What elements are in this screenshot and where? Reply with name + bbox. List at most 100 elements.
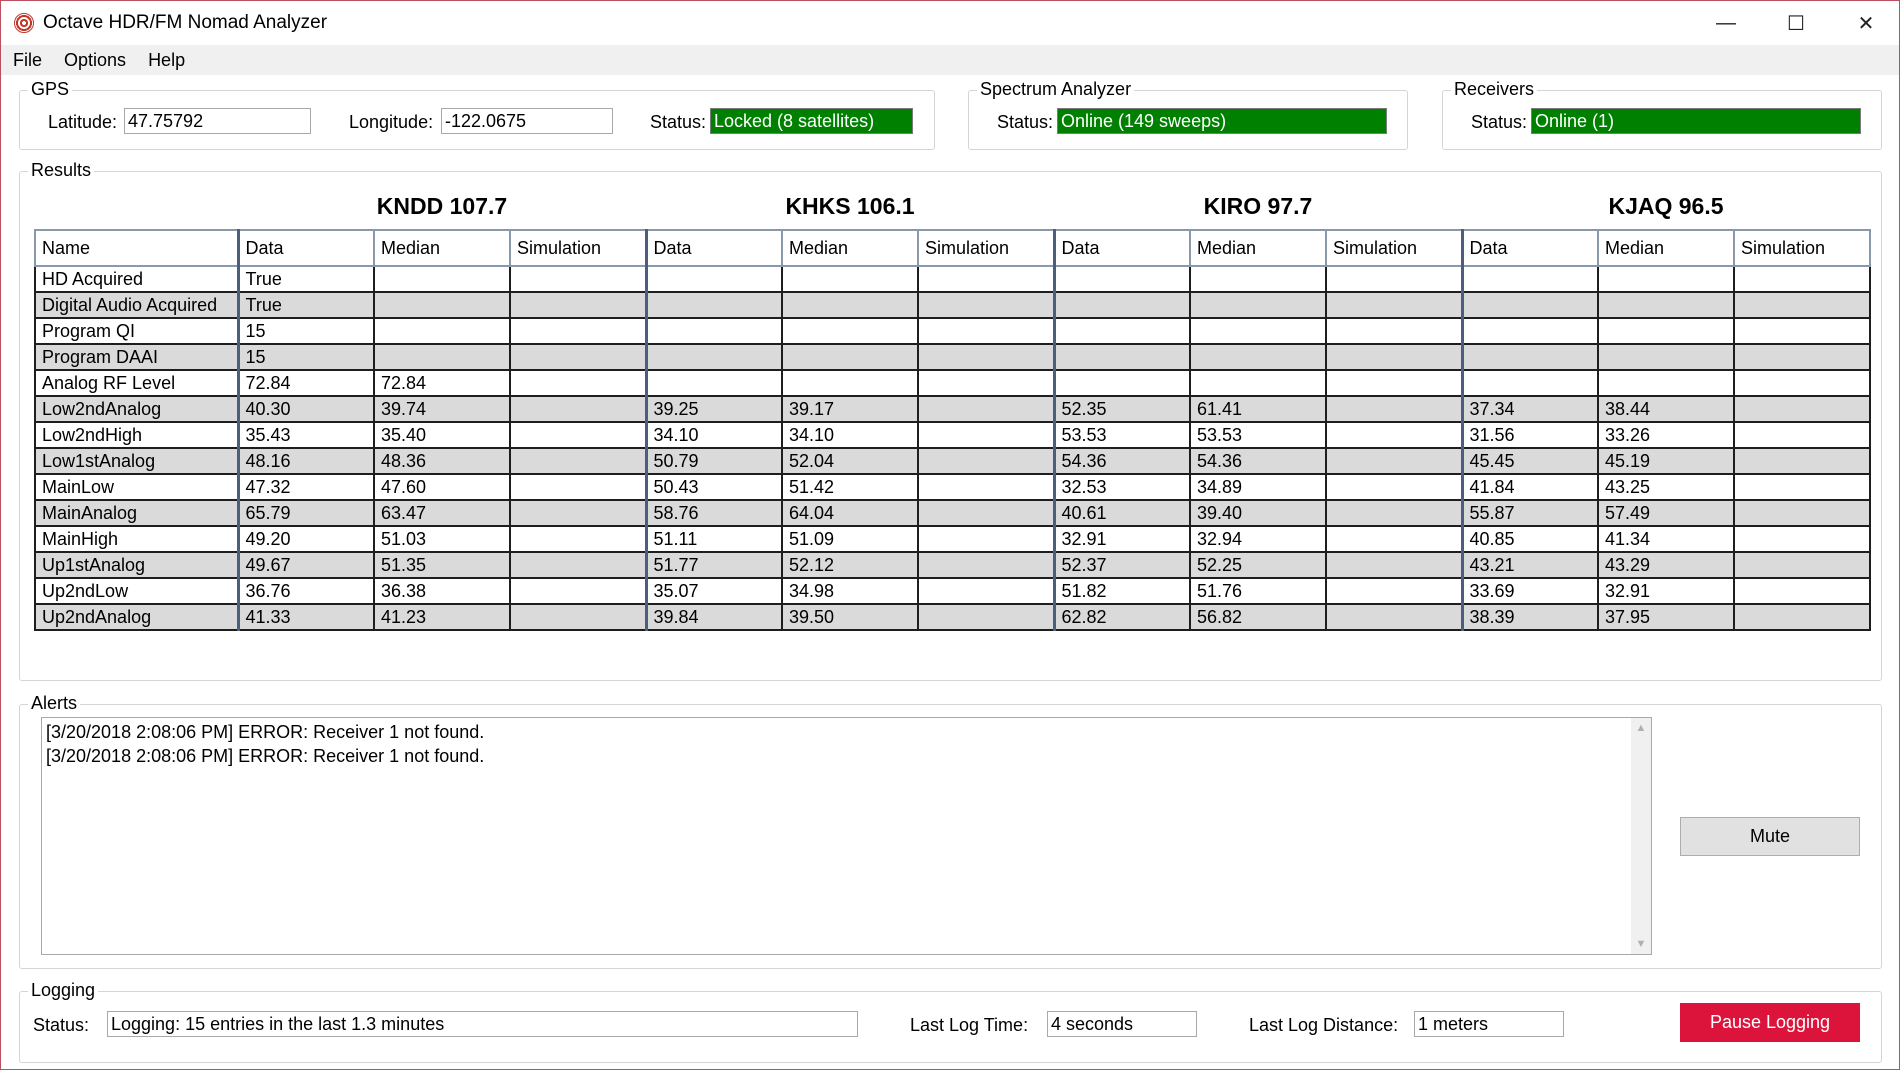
data-cell [1325,499,1463,527]
minimize-button[interactable]: — [1691,1,1761,45]
data-cell [509,499,647,527]
data-cell [1597,291,1735,319]
data-cell [1189,343,1327,371]
table-row[interactable]: Program DAAI 15 [34,343,1871,371]
table-row[interactable]: MainLow 47.32 47.60 50.43 51.42 32.53 34.89 41.… [34,473,1871,501]
longitude-field[interactable]: -122.0675 [441,108,613,134]
data-cell [781,317,919,345]
data-cell: 15 [236,343,375,371]
data-cell [1733,343,1871,371]
data-cell: 39.25 [644,395,783,423]
table-row[interactable]: Digital Audio Acquired True [34,291,1871,319]
alerts-scrollbar[interactable]: ▲ ▼ [1631,718,1651,954]
data-cell: 48.16 [236,447,375,475]
table-row[interactable]: Low2ndHigh 35.43 35.40 34.10 34.10 53.53 53.53… [34,421,1871,449]
row-name-cell: Program QI [34,317,239,345]
data-cell [1325,369,1463,397]
scroll-up-icon[interactable]: ▲ [1631,718,1651,738]
mute-button[interactable]: Mute [1680,817,1860,856]
data-cell [1733,525,1871,553]
data-cell: 51.03 [373,525,511,553]
column-header-data[interactable]: Data [1460,229,1599,267]
latitude-field[interactable]: 47.75792 [124,108,311,134]
column-header-data[interactable]: Data [236,229,375,267]
alert-line: [3/20/2018 2:08:06 PM] ERROR: Receiver 1… [46,746,485,766]
data-cell: 34.98 [781,577,919,605]
data-cell: 43.21 [1460,551,1599,579]
table-row[interactable]: Up1stAnalog 49.67 51.35 51.77 52.12 52.37 52.2… [34,551,1871,579]
data-cell [1189,369,1327,397]
data-cell: 38.44 [1597,395,1735,423]
results-header-row: Name Data Median Simulation Data Median … [34,229,1871,267]
menu-bar: File Options Help [1,45,1899,75]
table-row[interactable]: Analog RF Level 72.84 72.84 [34,369,1871,397]
data-cell [1460,265,1599,293]
data-cell [1325,421,1463,449]
scroll-down-icon[interactable]: ▼ [1631,934,1651,954]
data-cell [644,317,783,345]
data-cell: 35.43 [236,421,375,449]
menu-file[interactable]: File [1,50,52,71]
data-cell [1733,369,1871,397]
column-header-median[interactable]: Median [781,229,919,267]
column-header-simulation[interactable]: Simulation [1733,229,1871,267]
column-header-median[interactable]: Median [1189,229,1327,267]
column-header-median[interactable]: Median [373,229,511,267]
data-cell [509,291,647,319]
data-cell: 43.25 [1597,473,1735,501]
data-cell [1733,577,1871,605]
station-header-kiro: KIRO 97.7 [1203,193,1313,219]
data-cell [1733,473,1871,501]
data-cell [1189,317,1327,345]
data-cell: 33.26 [1597,421,1735,449]
data-cell: 38.39 [1460,603,1599,631]
data-cell: 50.79 [644,447,783,475]
data-cell: 37.34 [1460,395,1599,423]
data-cell [1325,291,1463,319]
column-header-simulation[interactable]: Simulation [1325,229,1463,267]
column-header-data[interactable]: Data [644,229,783,267]
alerts-list[interactable]: [3/20/2018 2:08:06 PM] ERROR: Receiver 1… [41,717,1652,955]
pause-logging-button[interactable]: Pause Logging [1680,1003,1860,1042]
data-cell [509,577,647,605]
data-cell: 51.77 [644,551,783,579]
data-cell [509,447,647,475]
table-row[interactable]: HD Acquired True [34,265,1871,293]
data-cell: 34.10 [781,421,919,449]
table-row[interactable]: Program QI 15 [34,317,1871,345]
data-cell [781,369,919,397]
close-button[interactable]: ✕ [1831,1,1900,45]
table-row[interactable]: Up2ndAnalog 41.33 41.23 39.84 39.50 62.82 56.8… [34,603,1871,631]
data-cell [509,551,647,579]
data-cell: 61.41 [1189,395,1327,423]
menu-help[interactable]: Help [136,50,195,71]
column-header-data[interactable]: Data [1052,229,1191,267]
data-cell [917,265,1055,293]
table-row[interactable]: MainAnalog 65.79 63.47 58.76 64.04 40.61 39.40… [34,499,1871,527]
column-header-simulation[interactable]: Simulation [917,229,1055,267]
data-cell [373,317,511,345]
last-log-distance-field: 1 meters [1414,1011,1564,1037]
table-row[interactable]: Low2ndAnalog 40.30 39.74 39.25 39.17 52.35 61.… [34,395,1871,423]
data-cell: 39.84 [644,603,783,631]
menu-options[interactable]: Options [52,50,136,71]
column-header-name[interactable]: Name [34,229,239,267]
spectrum-analyzer-group: Spectrum Analyzer Status: Online (149 sw… [968,79,1408,150]
data-cell: 54.36 [1189,447,1327,475]
data-cell [781,265,919,293]
data-cell [781,343,919,371]
data-cell [1325,395,1463,423]
column-header-simulation[interactable]: Simulation [509,229,647,267]
row-name-cell: Up1stAnalog [34,551,239,579]
table-row[interactable]: Low1stAnalog 48.16 48.36 50.79 52.04 54.36 54.… [34,447,1871,475]
data-cell [1325,343,1463,371]
data-cell [1052,369,1191,397]
column-header-median[interactable]: Median [1597,229,1735,267]
data-cell: 65.79 [236,499,375,527]
table-row[interactable]: Up2ndLow 36.76 36.38 35.07 34.98 51.82 51.76 33… [34,577,1871,605]
data-cell [917,603,1055,631]
table-row[interactable]: MainHigh 49.20 51.03 51.11 51.09 32.91 32.94 40… [34,525,1871,553]
station-header-kjaq: KJAQ 96.5 [1608,193,1724,219]
data-cell [1325,473,1463,501]
maximize-button[interactable]: ☐ [1761,1,1831,45]
